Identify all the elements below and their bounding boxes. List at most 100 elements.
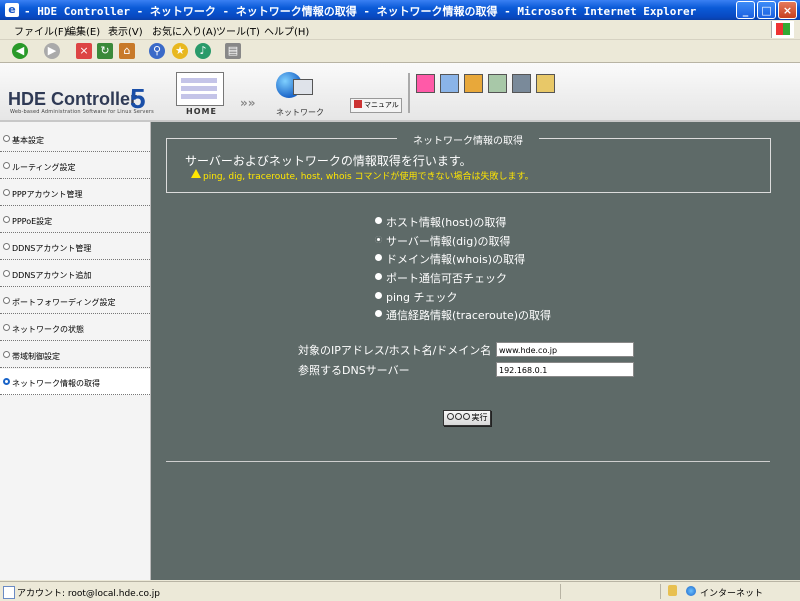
sidebar-item-basic-settings[interactable]: 基本設定 bbox=[0, 126, 150, 152]
sidebar-item-network-info[interactable]: ネットワーク情報の取得 bbox=[0, 369, 150, 395]
main-content: ネットワーク情報の取得 サーバーおよびネットワークの情報取得を行います。 pin… bbox=[151, 122, 800, 580]
home-icon[interactable] bbox=[176, 72, 224, 106]
logo-subtitle: Web-based Administration Software for Li… bbox=[10, 109, 154, 115]
sidebar-item-label: ネットワークの状態 bbox=[12, 325, 84, 334]
hardware-icon[interactable] bbox=[512, 74, 531, 93]
page-description: サーバーおよびネットワークの情報取得を行います。 bbox=[185, 154, 472, 168]
internet-zone-icon bbox=[686, 586, 696, 596]
warning-icon bbox=[191, 169, 201, 178]
page-title: ネットワーク情報の取得 bbox=[397, 132, 539, 147]
security-zone: インターネット bbox=[700, 589, 764, 599]
menu-tools[interactable]: ツール(T) bbox=[216, 23, 260, 38]
bullet-icon bbox=[3, 243, 10, 250]
sidebar-item-ppp-accounts[interactable]: PPPアカウント管理 bbox=[0, 180, 150, 206]
forward-icon[interactable]: ▶ bbox=[44, 43, 60, 59]
radio-icon[interactable] bbox=[375, 310, 382, 317]
menu-favorites[interactable]: お気に入り(A) bbox=[152, 23, 217, 38]
sidebar-item-label: ポートフォワーディング設定 bbox=[12, 298, 116, 307]
menu-help[interactable]: ヘルプ(H) bbox=[264, 23, 309, 38]
stop-icon[interactable]: × bbox=[76, 43, 92, 59]
bullet-icon bbox=[3, 297, 10, 304]
window-title-bar: e - HDE Controller - ネットワーク - ネットワーク情報の取… bbox=[0, 0, 800, 20]
target-input[interactable]: www.hde.co.jp bbox=[496, 342, 634, 357]
bullet-icon bbox=[3, 378, 10, 385]
browser-toolbar: ◀ ▶ × ↻ ⌂ ⚲ ★ ♪ ▤ bbox=[0, 40, 800, 63]
hde-logo: HDE Controller bbox=[8, 89, 138, 109]
sidebar-item-ddns-add[interactable]: DDNSアカウント追加 bbox=[0, 261, 150, 287]
app-header: HDE Controller 5 Web-based Administratio… bbox=[0, 63, 800, 122]
heart-icon[interactable] bbox=[416, 74, 435, 93]
breadcrumb-arrow-icon: »» bbox=[240, 96, 256, 110]
option-label: サーバー情報(dig)の取得 bbox=[386, 235, 511, 248]
sidebar-item-label: ルーティング設定 bbox=[12, 163, 76, 172]
menu-bar: ファイル(F) 編集(E) 表示(V) お気に入り(A) ツール(T) ヘルプ(… bbox=[0, 20, 800, 40]
sidebar-item-port-forwarding[interactable]: ポートフォワーディング設定 bbox=[0, 288, 150, 314]
sidebar-item-label: DDNSアカウント管理 bbox=[12, 244, 92, 253]
home-link[interactable]: HOME bbox=[186, 107, 217, 116]
package-icon[interactable] bbox=[536, 74, 555, 93]
home-icon[interactable]: ⌂ bbox=[119, 43, 135, 59]
maximize-button[interactable]: □ bbox=[757, 1, 776, 19]
bullet-icon bbox=[3, 162, 10, 169]
dns-input[interactable]: 192.168.0.1 bbox=[496, 362, 634, 377]
bullet-icon bbox=[3, 351, 10, 358]
print-icon[interactable]: ▤ bbox=[225, 43, 241, 59]
page-icon bbox=[3, 586, 15, 599]
back-icon[interactable]: ◀ bbox=[12, 43, 28, 59]
users-icon[interactable] bbox=[464, 74, 483, 93]
bullet-icon bbox=[3, 270, 10, 277]
sidebar-item-label: ネットワーク情報の取得 bbox=[12, 379, 100, 388]
minimize-button[interactable]: _ bbox=[736, 1, 755, 19]
favorites-icon[interactable]: ★ bbox=[172, 43, 188, 59]
option-label: ポート通信可否チェック bbox=[386, 272, 507, 285]
execute-button[interactable]: 実行 bbox=[443, 410, 491, 426]
warning-message: ping, dig, traceroute, host, whois コマンドが… bbox=[191, 169, 534, 182]
manual-label: マニュアル bbox=[364, 101, 399, 109]
network-tree-icon[interactable] bbox=[488, 74, 507, 93]
network-link[interactable]: ネットワーク bbox=[276, 107, 324, 118]
sidebar: 基本設定 ルーティング設定 PPPアカウント管理 PPPoE設定 DDNSアカウ… bbox=[0, 122, 151, 580]
manual-button[interactable]: マニュアル bbox=[350, 98, 402, 113]
option-label: ホスト情報(host)の取得 bbox=[386, 216, 507, 229]
manual-icon bbox=[354, 100, 362, 108]
sidebar-item-bandwidth[interactable]: 帯域制御設定 bbox=[0, 342, 150, 368]
radio-icon[interactable] bbox=[375, 254, 382, 261]
refresh-icon[interactable]: ↻ bbox=[97, 43, 113, 59]
sidebar-item-pppoe[interactable]: PPPoE設定 bbox=[0, 207, 150, 233]
bullet-icon bbox=[3, 216, 10, 223]
menu-edit[interactable]: 編集(E) bbox=[66, 23, 100, 38]
status-bar: アカウント: root@local.hde.co.jp インターネット bbox=[0, 581, 800, 601]
content-divider bbox=[166, 461, 770, 462]
lock-icon bbox=[668, 585, 677, 596]
sidebar-item-ddns-accounts[interactable]: DDNSアカウント管理 bbox=[0, 234, 150, 260]
status-divider bbox=[560, 584, 561, 599]
radio-icon[interactable] bbox=[375, 217, 382, 224]
radio-icon[interactable] bbox=[375, 292, 382, 299]
search-icon[interactable]: ⚲ bbox=[149, 43, 165, 59]
radio-selected-icon[interactable] bbox=[375, 236, 382, 243]
close-button[interactable]: × bbox=[778, 1, 797, 19]
option-label: ping チェック bbox=[386, 291, 458, 304]
option-label: 通信経路情報(traceroute)の取得 bbox=[386, 309, 552, 322]
radio-icon[interactable] bbox=[375, 273, 382, 280]
sidebar-item-routing[interactable]: ルーティング設定 bbox=[0, 153, 150, 179]
status-divider bbox=[660, 584, 661, 599]
dns-label: 参照するDNSサーバー bbox=[298, 364, 410, 377]
sidebar-item-label: PPPoE設定 bbox=[12, 217, 53, 226]
bullet-icon bbox=[3, 135, 10, 142]
sidebar-item-label: DDNSアカウント追加 bbox=[12, 271, 92, 280]
sidebar-item-label: 基本設定 bbox=[12, 136, 44, 145]
network-computer-icon[interactable] bbox=[293, 79, 313, 95]
warning-text: ping, dig, traceroute, host, whois コマンドが… bbox=[203, 172, 534, 182]
menu-view[interactable]: 表示(V) bbox=[108, 23, 143, 38]
server-icon[interactable] bbox=[440, 74, 459, 93]
target-label: 対象のIPアドレス/ホスト名/ドメイン名 bbox=[298, 344, 492, 357]
status-text: アカウント: root@local.hde.co.jp bbox=[17, 589, 160, 599]
menu-file[interactable]: ファイル(F) bbox=[14, 23, 68, 38]
sidebar-item-network-status[interactable]: ネットワークの状態 bbox=[0, 315, 150, 341]
windows-logo-icon bbox=[771, 21, 794, 38]
media-icon[interactable]: ♪ bbox=[195, 43, 211, 59]
sidebar-item-label: 帯域制御設定 bbox=[12, 352, 60, 361]
info-fieldset: ネットワーク情報の取得 サーバーおよびネットワークの情報取得を行います。 pin… bbox=[166, 132, 771, 193]
execute-label: 実行 bbox=[471, 413, 488, 422]
